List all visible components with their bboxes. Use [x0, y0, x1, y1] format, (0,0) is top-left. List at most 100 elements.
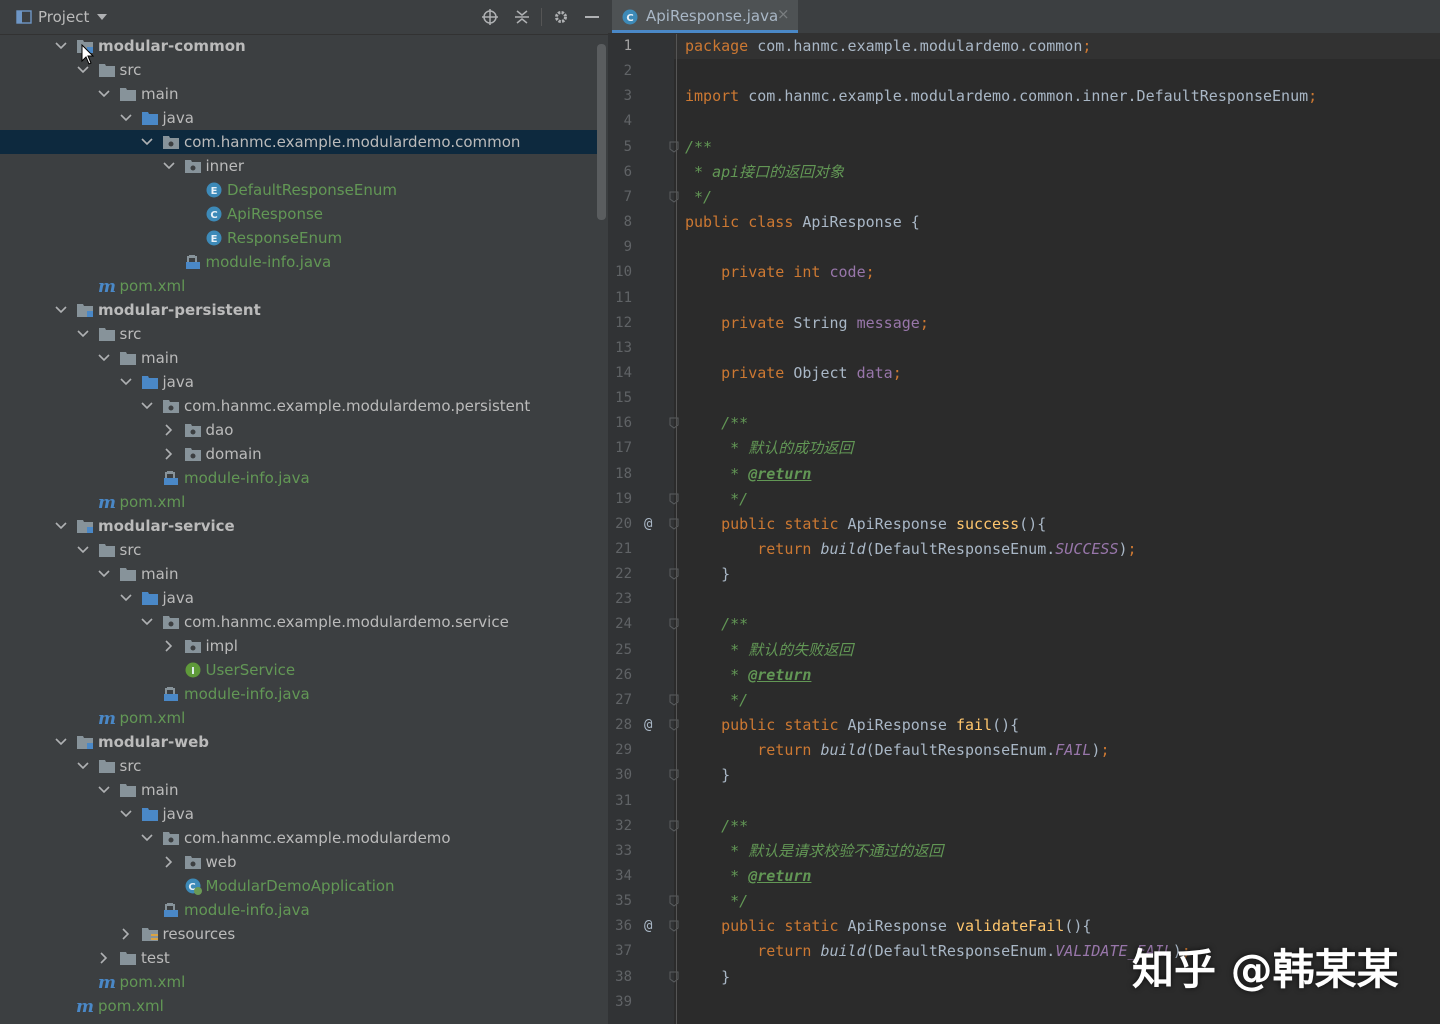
chevron-down-icon[interactable] [118, 805, 134, 823]
tree-scrollbar[interactable] [597, 44, 606, 220]
chevron-down-icon[interactable] [75, 757, 91, 775]
fold-marker-icon[interactable] [669, 568, 679, 580]
chevron-down-icon[interactable] [53, 517, 69, 535]
fold-marker-icon[interactable] [669, 895, 679, 907]
fold-marker-icon[interactable] [669, 191, 679, 203]
tree-row[interactable]: domain [0, 442, 598, 466]
tree-row[interactable]: module-info.java [0, 898, 598, 922]
tree-row[interactable]: E DefaultResponseEnum [0, 178, 598, 202]
tree-row[interactable]: module-info.java [0, 250, 598, 274]
chevron-down-icon[interactable] [139, 397, 155, 415]
source-folder-icon [141, 376, 158, 389]
chevron-down-icon[interactable] [139, 133, 155, 151]
tree-row[interactable]: com.hanmc.example.modulardemo [0, 826, 598, 850]
locate-icon[interactable] [482, 9, 498, 25]
code-token: private [721, 313, 785, 332]
chevron-down-icon[interactable] [96, 85, 112, 103]
tree-row[interactable]: src [0, 754, 598, 778]
implements-marker-icon[interactable]: @ [644, 916, 652, 936]
tree-row[interactable]: modular-service [0, 514, 598, 538]
implements-marker-icon[interactable]: @ [644, 715, 652, 735]
chevron-down-icon[interactable] [139, 613, 155, 631]
tree-row[interactable]: main [0, 562, 598, 586]
project-view-icon[interactable] [16, 9, 32, 25]
svg-text:E: E [211, 234, 218, 245]
chevron-down-icon[interactable] [96, 349, 112, 367]
fold-marker-icon[interactable] [669, 141, 679, 153]
tree-row[interactable]: m pom.xml [0, 706, 598, 730]
fold-marker-icon[interactable] [669, 518, 679, 530]
tree-row[interactable]: main [0, 346, 598, 370]
close-icon[interactable]: × [777, 5, 790, 23]
chevron-down-icon[interactable] [53, 733, 69, 751]
chevron-down-icon[interactable] [96, 11, 108, 23]
tree-row[interactable]: java [0, 370, 598, 394]
tree-row[interactable]: test [0, 946, 598, 970]
chevron-right-icon[interactable] [161, 445, 177, 463]
chevron-down-icon[interactable] [161, 157, 177, 175]
chevron-right-icon[interactable] [161, 853, 177, 871]
tree-row[interactable]: java [0, 586, 598, 610]
tree-row[interactable]: src [0, 538, 598, 562]
tree-row[interactable]: src [0, 322, 598, 346]
tree-row[interactable]: m pom.xml [0, 490, 598, 514]
gear-icon[interactable] [553, 9, 569, 25]
tree-row[interactable]: C ModularDemoApplication [0, 874, 598, 898]
tree-row[interactable]: modular-web [0, 730, 598, 754]
chevron-down-icon[interactable] [75, 541, 91, 559]
tree-row[interactable]: java [0, 802, 598, 826]
chevron-down-icon[interactable] [118, 373, 134, 391]
tree-row[interactable]: m pom.xml [0, 274, 598, 298]
folder-icon [98, 328, 115, 341]
fold-marker-icon[interactable] [669, 920, 679, 932]
chevron-down-icon[interactable] [75, 325, 91, 343]
chevron-right-icon[interactable] [96, 949, 112, 967]
chevron-down-icon[interactable] [139, 829, 155, 847]
collapse-all-icon[interactable] [514, 9, 530, 25]
fold-marker-icon[interactable] [669, 769, 679, 781]
code-token: * 默认的失败返回 [721, 640, 854, 659]
project-panel-title[interactable]: Project [38, 8, 89, 26]
fold-marker-icon[interactable] [669, 493, 679, 505]
fold-marker-icon[interactable] [669, 719, 679, 731]
chevron-down-icon[interactable] [53, 301, 69, 319]
fold-marker-icon[interactable] [669, 694, 679, 706]
tree-row[interactable]: m pom.xml [0, 970, 598, 994]
tree-row[interactable]: m pom.xml [0, 994, 598, 1018]
tree-row[interactable]: inner [0, 154, 598, 178]
tree-item-label: module-info.java [184, 901, 310, 919]
chevron-down-icon[interactable] [118, 589, 134, 607]
chevron-right-icon[interactable] [118, 925, 134, 943]
tree-row[interactable]: impl [0, 634, 598, 658]
tree-row[interactable]: com.hanmc.example.modulardemo.service [0, 610, 598, 634]
tree-row[interactable]: E ResponseEnum [0, 226, 598, 250]
tree-row[interactable]: module-info.java [0, 466, 598, 490]
tree-row[interactable]: main [0, 778, 598, 802]
tree-row[interactable]: com.hanmc.example.modulardemo.persistent [0, 394, 598, 418]
fold-marker-icon[interactable] [669, 820, 679, 832]
implements-marker-icon[interactable]: @ [644, 514, 652, 534]
hide-icon[interactable] [584, 9, 600, 25]
chevron-down-icon[interactable] [118, 109, 134, 127]
fold-marker-icon[interactable] [669, 417, 679, 429]
fold-marker-icon[interactable] [669, 971, 679, 983]
tree-row[interactable]: dao [0, 418, 598, 442]
tree-row[interactable]: I UserService [0, 658, 598, 682]
chevron-right-icon[interactable] [161, 421, 177, 439]
tree-row[interactable]: C ApiResponse [0, 202, 598, 226]
tree-row[interactable]: java [0, 106, 598, 130]
chevron-down-icon[interactable] [53, 37, 69, 55]
tab-apiresponse-java[interactable]: C ApiResponse.java × [612, 0, 798, 33]
chevron-right-icon[interactable] [161, 637, 177, 655]
fold-marker-icon[interactable] [669, 618, 679, 631]
chevron-down-icon[interactable] [96, 565, 112, 583]
tree-row[interactable]: modular-persistent [0, 298, 598, 322]
code-token: fail [955, 716, 993, 735]
code-token: ApiResponse [838, 917, 956, 936]
tree-row[interactable]: web [0, 850, 598, 874]
chevron-down-icon[interactable] [96, 781, 112, 799]
tree-row[interactable]: resources [0, 922, 598, 946]
tree-row[interactable]: module-info.java [0, 682, 598, 706]
tree-row[interactable]: main [0, 82, 598, 106]
tree-row[interactable]: com.hanmc.example.modulardemo.common [0, 130, 598, 154]
